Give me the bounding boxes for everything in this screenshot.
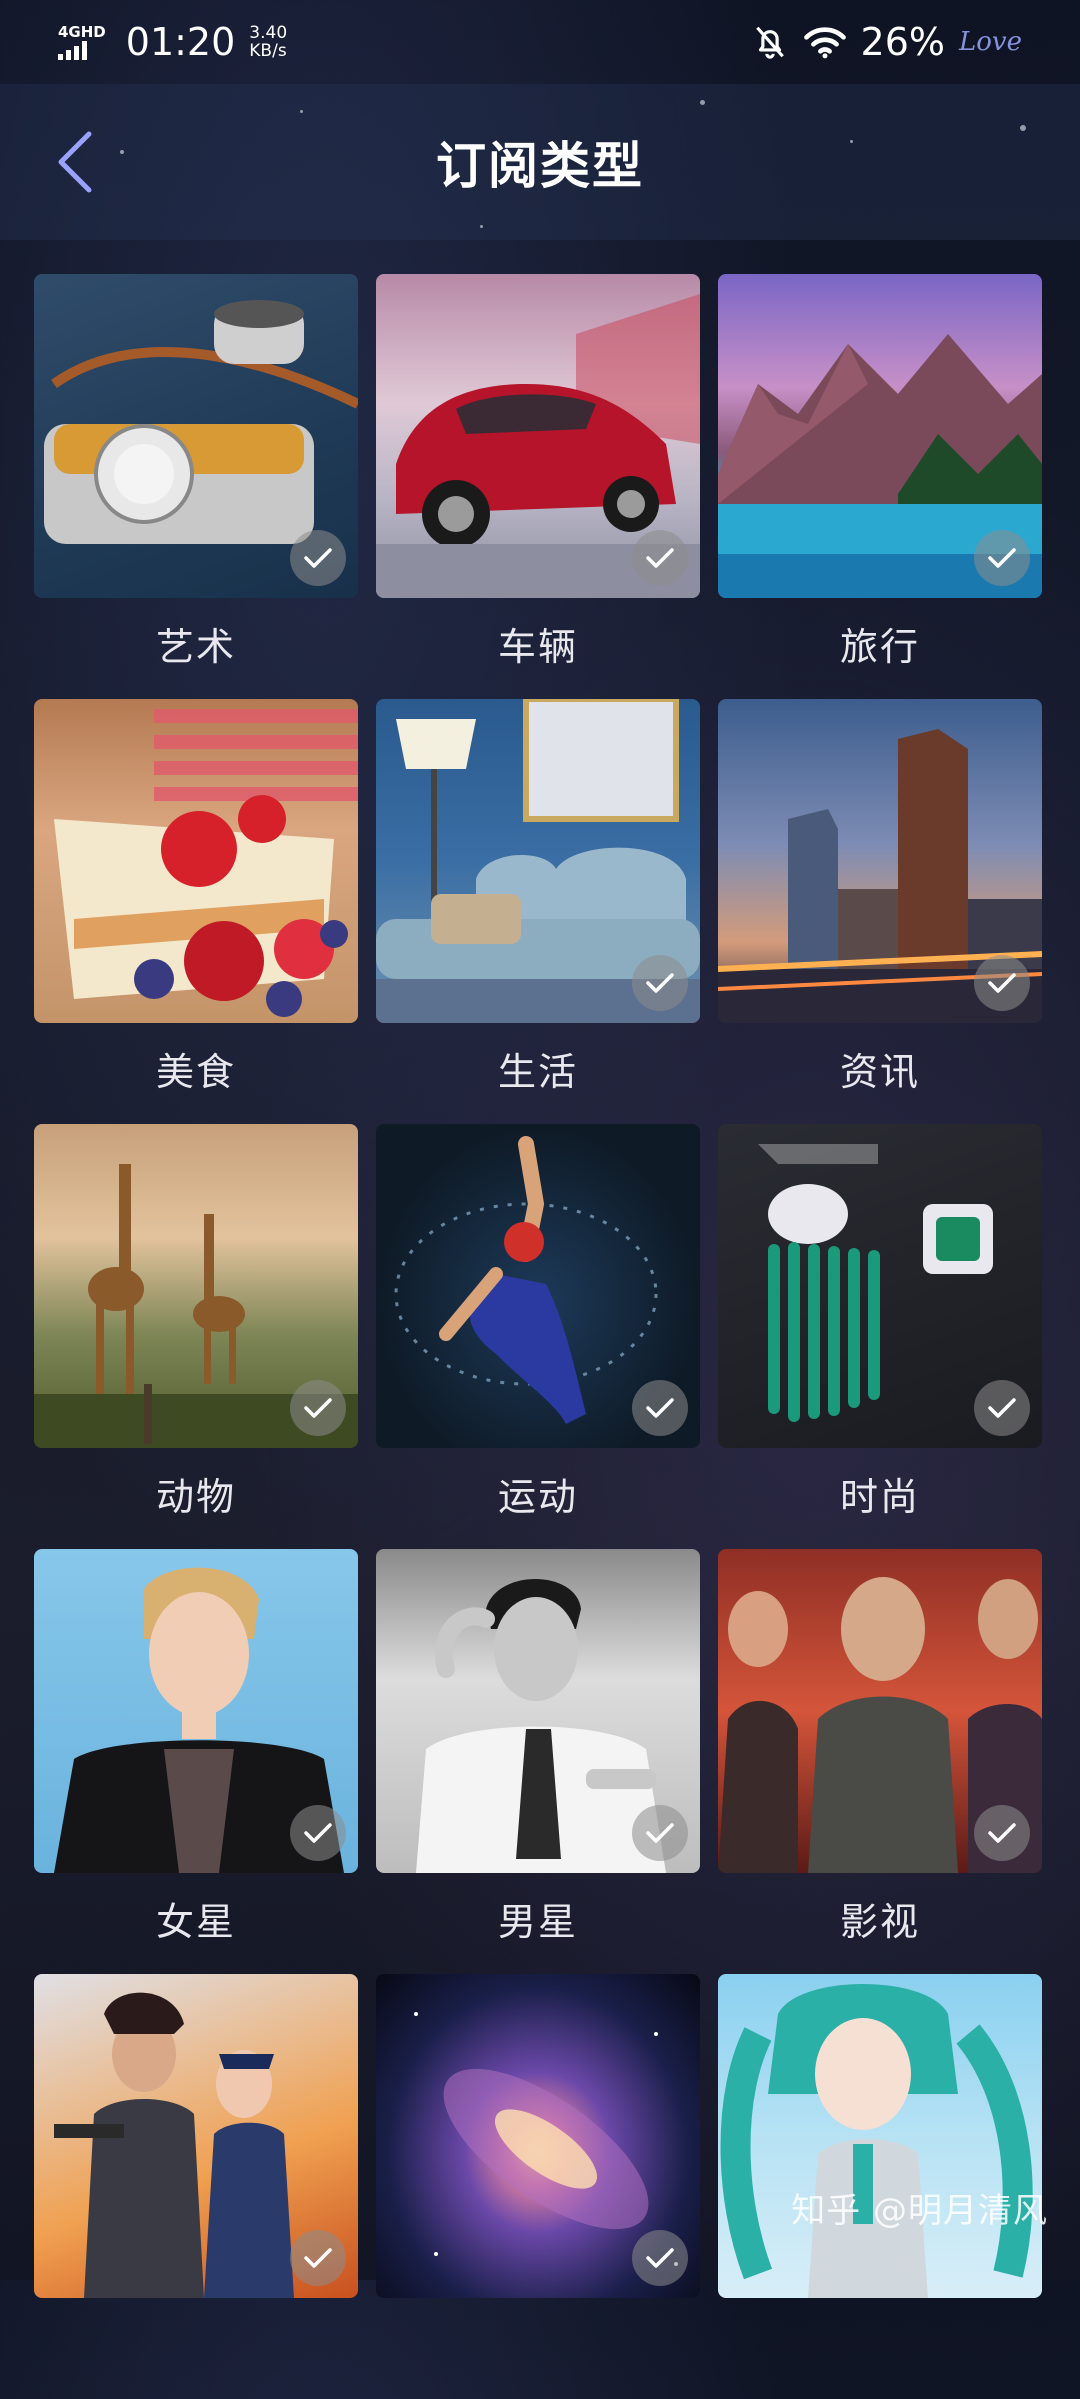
category-item-travel[interactable]: 旅行 [718,274,1042,699]
speed-unit: KB/s [249,41,287,61]
bell-off-icon [755,26,784,59]
category-item-art[interactable]: 艺术 [34,274,358,699]
check-icon [632,1805,688,1861]
category-label: 男星 [497,1900,578,1944]
category-grid: 艺术 车辆 旅行 美食 生活 资讯 动物 运动 时尚 女星 男星 影视 [34,274,1046,2399]
status-bar-left: 4GHD 01:20 3.40 KB/s [58,20,287,64]
category-image-camera [34,274,358,598]
category-image-cake [34,699,358,1023]
check-icon [632,955,688,1011]
love-badge-icon: Love [959,27,1022,57]
speed-value: 3.40 [249,23,288,43]
category-item-news[interactable]: 资讯 [718,699,1042,1124]
check-icon [974,530,1030,586]
status-bar-right: 26% Love [751,20,1022,64]
category-label: 旅行 [839,625,920,669]
category-item-food[interactable]: 美食 [34,699,358,1124]
category-item-actor[interactable]: 男星 [376,1549,700,1974]
check-icon [974,1805,1030,1861]
category-item-game[interactable] [34,1974,358,2399]
chevron-left-icon [58,131,92,193]
category-image-movie [718,1549,1042,1873]
category-item-fashion[interactable]: 时尚 [718,1124,1042,1549]
back-button[interactable] [40,122,110,202]
category-image-anime [718,1974,1042,2298]
check-icon [290,530,346,586]
category-item-life[interactable]: 生活 [376,699,700,1124]
category-image-actor [376,1549,700,1873]
category-label: 美食 [155,1050,236,1094]
check-icon [974,955,1030,1011]
category-image-sofa [376,699,700,1023]
check-icon [632,2230,688,2286]
category-label: 影视 [839,1900,920,1944]
category-image-galaxy [376,1974,700,2298]
category-item-animal[interactable]: 动物 [34,1124,358,1549]
category-label: 车辆 [497,625,578,669]
check-icon [974,1380,1030,1436]
category-item-movie[interactable]: 影视 [718,1549,1042,1974]
check-icon [632,530,688,586]
network-speed: 3.40 KB/s [249,24,287,60]
category-label: 女星 [155,1900,236,1944]
category-item-actress[interactable]: 女星 [34,1549,358,1974]
category-image-jewelry [718,1124,1042,1448]
category-item-sport[interactable]: 运动 [376,1124,700,1549]
status-bar: 4GHD 01:20 3.40 KB/s 26% Love [0,0,1080,84]
category-image-mountains [718,274,1042,598]
check-icon [290,1380,346,1436]
check-icon [290,2230,346,2286]
category-image-giraffes [34,1124,358,1448]
app-header: 订阅类型 [0,84,1080,240]
category-item-vehicle[interactable]: 车辆 [376,274,700,699]
cellular-signal-icon: 4GHD [58,24,106,60]
check-icon [290,1805,346,1861]
category-image-actress [34,1549,358,1873]
cake-image [34,699,358,1023]
category-label: 时尚 [839,1475,920,1519]
category-label: 动物 [155,1475,236,1519]
category-label: 资讯 [839,1050,920,1094]
category-image-city [718,699,1042,1023]
category-label: 运动 [497,1475,578,1519]
wifi-icon [803,27,846,59]
category-label: 生活 [497,1050,578,1094]
clock: 01:20 [125,20,236,64]
category-image-car [376,274,700,598]
watermark-text: 知乎 @明月清风 [791,2191,1048,2231]
category-image-swimmer [376,1124,700,1448]
anime-image [718,1974,1042,2298]
category-item-galaxy[interactable] [376,1974,700,2399]
page-title: 订阅类型 [436,137,644,195]
network-type: 4GHD [58,23,106,41]
signal-bars [58,40,87,60]
check-icon [632,1380,688,1436]
battery-level: 26% [860,20,945,64]
category-image-game [34,1974,358,2298]
category-label: 艺术 [155,625,236,669]
